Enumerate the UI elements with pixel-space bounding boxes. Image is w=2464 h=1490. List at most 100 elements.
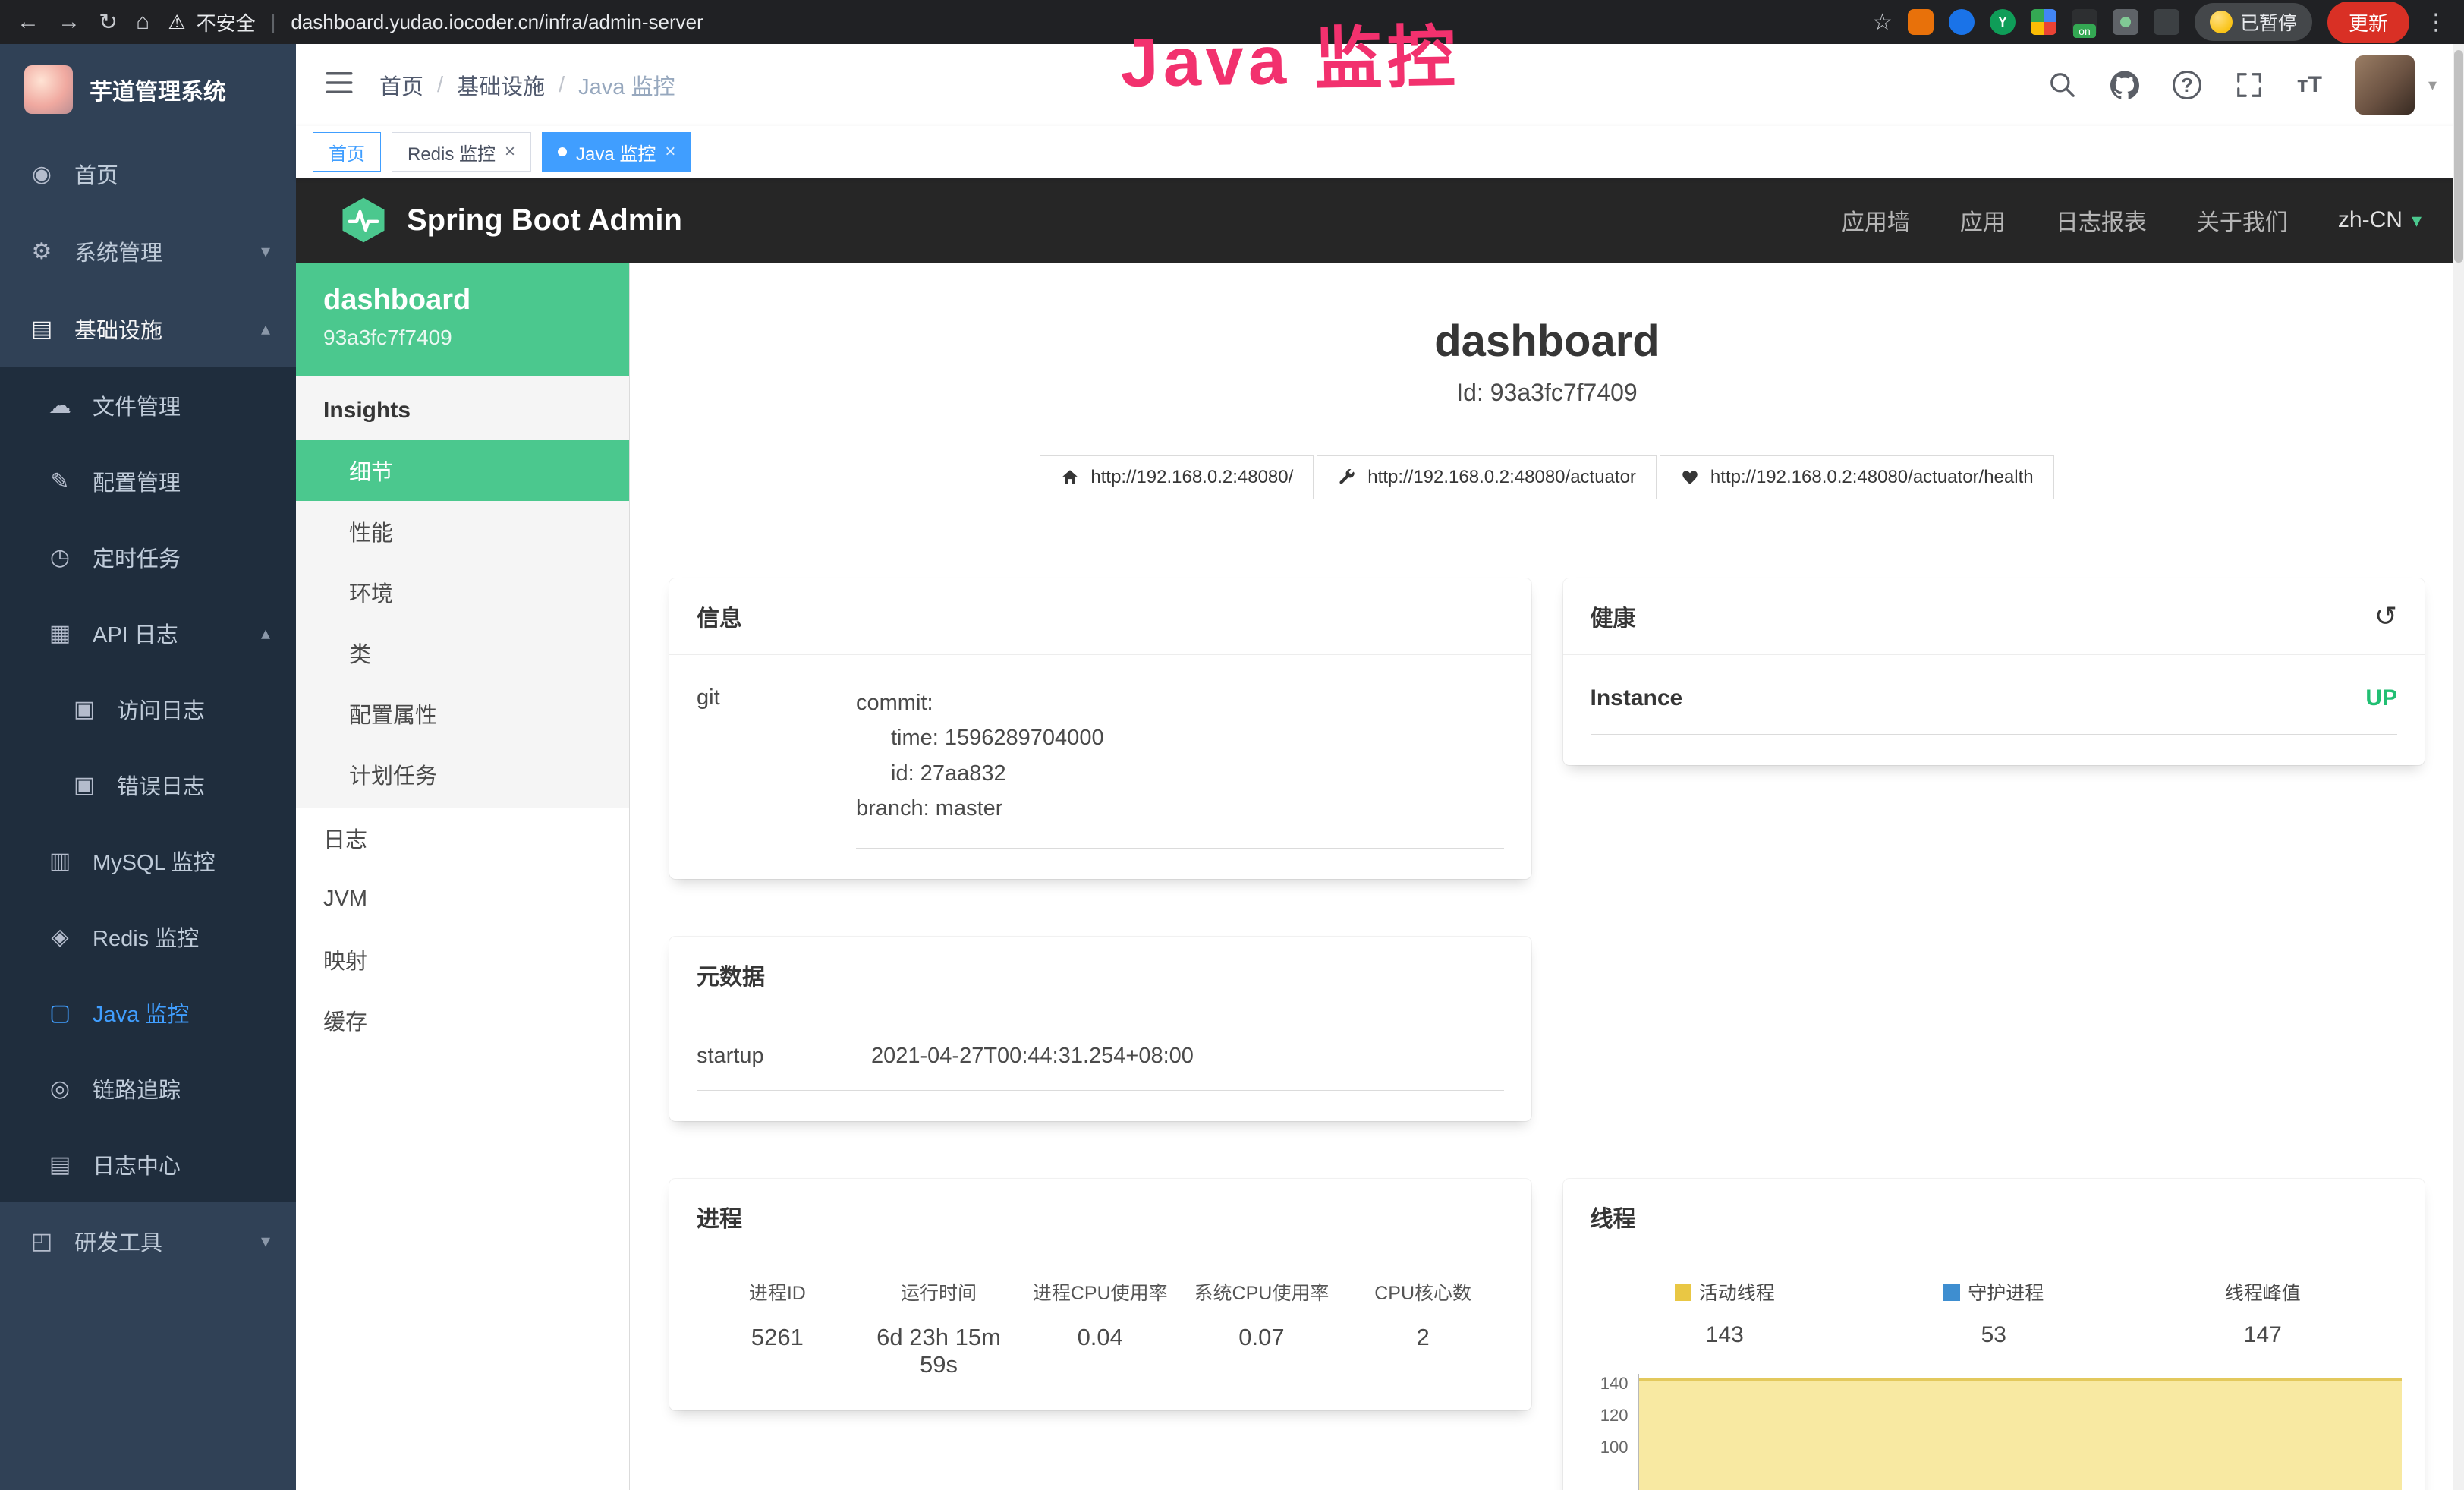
page-scrollbar[interactable]: [2453, 44, 2464, 1490]
sidebar-item-mysql-monitor[interactable]: ▥ MySQL 监控: [0, 823, 296, 899]
breadcrumb-home[interactable]: 首页: [379, 69, 423, 101]
home-icon: ◉: [27, 161, 56, 187]
service-url-label: http://192.168.0.2:48080/: [1090, 467, 1293, 488]
breadcrumb: 首页 / 基础设施 / Java 监控: [379, 69, 675, 101]
breadcrumb-infrastructure[interactable]: 基础设施: [457, 69, 545, 101]
tag-redis-monitor[interactable]: Redis 监控 ×: [392, 132, 531, 172]
tag-java-monitor[interactable]: Java 监控 ×: [542, 132, 691, 172]
browser-back-icon[interactable]: ←: [17, 9, 39, 35]
dev-tools-icon: ◰: [27, 1228, 56, 1255]
sba-item-config-props[interactable]: 配置属性: [296, 683, 629, 744]
extension-icon-fox[interactable]: [1908, 9, 1934, 35]
actuator-url-button[interactable]: http://192.168.0.2:48080/actuator: [1317, 455, 1657, 499]
avatar-caret-icon[interactable]: ▾: [2428, 75, 2437, 95]
sidebar-item-log-center[interactable]: ▤ 日志中心: [0, 1126, 296, 1202]
profile-emoji-icon: [2210, 11, 2233, 33]
hamburger-icon[interactable]: [323, 67, 355, 104]
app-logo[interactable]: 芋道管理系统: [0, 44, 296, 135]
sba-brand[interactable]: Spring Boot Admin: [338, 195, 682, 245]
git-id-line: id: 27aa832: [856, 756, 1504, 791]
sidebar-item-scheduled-job[interactable]: ◷ 定时任务: [0, 519, 296, 595]
sba-instance-header[interactable]: dashboard 93a3fc7f7409: [296, 263, 629, 376]
extension-icon-switch[interactable]: on: [2072, 9, 2097, 35]
wrench-icon: [1337, 468, 1357, 487]
sidebar-submenu-infrastructure: ☁ 文件管理 ✎ 配置管理 ◷ 定时任务 ▦ API 日志 ▴ ▣: [0, 367, 296, 1202]
access-log-icon: ▣: [70, 696, 99, 723]
extension-icon-puzzle[interactable]: [2154, 9, 2179, 35]
sba-nav-applications[interactable]: 应用: [1960, 203, 2006, 237]
sba-locale-select[interactable]: zh-CN ▾: [2338, 207, 2422, 233]
address-bar[interactable]: ⚠ 不安全 | dashboard.yudao.iocoder.cn/infra…: [168, 8, 1854, 36]
tag-home[interactable]: 首页: [313, 132, 381, 172]
sba-item-caches[interactable]: 缓存: [296, 990, 629, 1051]
browser-menu-icon[interactable]: ⋮: [2425, 9, 2447, 36]
java-monitor-icon: ▢: [46, 1000, 74, 1026]
service-url-button[interactable]: http://192.168.0.2:48080/: [1040, 455, 1314, 499]
sba-brand-label: Spring Boot Admin: [407, 203, 682, 238]
sba-nav-journal[interactable]: 日志报表: [2056, 203, 2147, 237]
extension-icon-leaf[interactable]: [2113, 9, 2138, 35]
browser-update-button[interactable]: 更新: [2327, 2, 2409, 43]
legend-daemon-threads: 守护进程 53: [1859, 1278, 2129, 1348]
history-icon[interactable]: ↺: [2374, 600, 2397, 632]
extension-icon-grid[interactable]: [2031, 9, 2056, 35]
sba-item-metrics[interactable]: 性能: [296, 501, 629, 562]
fullscreen-icon[interactable]: [2235, 71, 2264, 99]
sba-item-jvm[interactable]: JVM: [296, 868, 629, 929]
sidebar-item-infrastructure[interactable]: ▤ 基础设施 ▴: [0, 290, 296, 367]
sidebar-item-error-log[interactable]: ▣ 错误日志: [0, 747, 296, 823]
browser-home-icon[interactable]: ⌂: [136, 9, 149, 35]
sidebar-item-file-manage[interactable]: ☁ 文件管理: [0, 367, 296, 443]
sba-nav-about[interactable]: 关于我们: [2197, 203, 2288, 237]
chevron-down-icon: ▾: [261, 241, 270, 263]
sba-item-classes[interactable]: 类: [296, 622, 629, 683]
health-url-button[interactable]: http://192.168.0.2:48080/actuator/health: [1660, 455, 2054, 499]
extension-icon-drop[interactable]: [1949, 9, 1975, 35]
sba-main: dashboard Id: 93a3fc7f7409 http://192.16…: [630, 263, 2464, 1490]
scrollbar-thumb[interactable]: [2454, 50, 2463, 263]
font-size-icon[interactable]: тT: [2297, 72, 2322, 98]
chart-y-axis: 140 120 100: [1578, 1374, 1638, 1490]
close-icon[interactable]: ×: [665, 141, 675, 162]
legend-label: 守护进程: [1859, 1278, 2129, 1306]
bookmark-star-icon[interactable]: ☆: [1872, 9, 1893, 36]
url-text: dashboard.yudao.iocoder.cn/infra/admin-s…: [291, 11, 703, 34]
legend-value: 147: [2129, 1322, 2398, 1348]
extension-icon-green[interactable]: Y: [1990, 9, 2016, 35]
sidebar-item-redis-monitor[interactable]: ◈ Redis 监控: [0, 899, 296, 975]
gear-icon: ⚙: [27, 238, 56, 265]
sba-item-mappings[interactable]: 映射: [296, 929, 629, 990]
sidebar-item-home[interactable]: ◉ 首页: [0, 135, 296, 213]
legend-value: 53: [1859, 1322, 2129, 1348]
legend-label: 活动线程: [1591, 1278, 1860, 1306]
sidebar-item-java-monitor[interactable]: ▢ Java 监控: [0, 975, 296, 1051]
sidebar-item-label: 系统管理: [74, 235, 162, 267]
search-icon[interactable]: [2048, 71, 2077, 99]
sba-instance-id: 93a3fc7f7409: [323, 326, 602, 350]
paused-profile-badge[interactable]: 已暂停: [2195, 3, 2312, 41]
browser-reload-icon[interactable]: ↻: [99, 9, 118, 36]
sidebar-item-label: 基础设施: [74, 313, 162, 345]
sidebar-item-dev-tools[interactable]: ◰ 研发工具 ▾: [0, 1202, 296, 1280]
legend-live-threads: 活动线程 143: [1591, 1278, 1860, 1348]
sba-item-environment[interactable]: 环境: [296, 562, 629, 622]
chevron-up-icon: ▴: [261, 622, 270, 644]
health-card-header: 健康 ↺: [1563, 578, 2425, 655]
sidebar-item-label: Java 监控: [93, 997, 189, 1029]
user-avatar[interactable]: [2355, 55, 2415, 115]
github-icon[interactable]: [2110, 71, 2139, 99]
sidebar-item-system-manage[interactable]: ⚙ 系统管理 ▾: [0, 213, 296, 290]
breadcrumb-separator: /: [437, 73, 443, 98]
sidebar-item-trace[interactable]: ◎ 链路追踪: [0, 1051, 296, 1126]
close-icon[interactable]: ×: [505, 141, 515, 162]
browser-forward-icon[interactable]: →: [58, 9, 80, 35]
sba-item-details[interactable]: 细节: [296, 440, 629, 501]
sba-item-scheduled-tasks[interactable]: 计划任务: [296, 744, 629, 805]
sba-nav-wallboard[interactable]: 应用墙: [1842, 203, 1910, 237]
sidebar-item-access-log[interactable]: ▣ 访问日志: [0, 671, 296, 747]
help-icon[interactable]: ?: [2173, 71, 2201, 99]
metadata-value: 2021-04-27T00:44:31.254+08:00: [871, 1044, 1194, 1069]
sba-item-logs[interactable]: 日志: [296, 808, 629, 868]
sidebar-item-api-log[interactable]: ▦ API 日志 ▴: [0, 595, 296, 671]
sidebar-item-config-manage[interactable]: ✎ 配置管理: [0, 443, 296, 519]
